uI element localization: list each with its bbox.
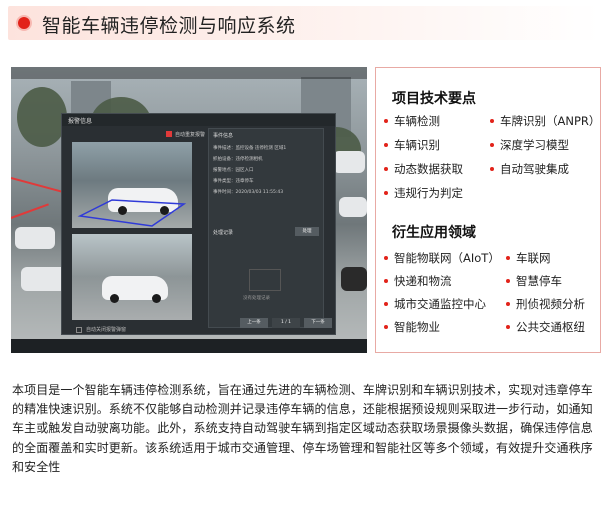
info-row: 抓拍设备：违停检测相机 bbox=[213, 157, 263, 162]
tech-item: 自动驾驶集成 bbox=[490, 161, 569, 177]
tech-item: 动态数据获取 bbox=[384, 161, 463, 177]
info-row: 事件类型：违章停车 bbox=[213, 179, 254, 184]
event-info-panel: 事件信息 事件描述：监控设备 违停检测 区域1 抓拍设备：违停检测相机 报警地点… bbox=[208, 128, 324, 328]
info-row: 报警地点：园区入口 bbox=[213, 168, 254, 173]
app-item: 智慧停车 bbox=[506, 273, 562, 289]
project-description: 本项目是一个智能车辆违停检测系统，旨在通过先进的车辆检测、车牌识别和车辆识别技术… bbox=[12, 383, 593, 474]
app-section-title: 衍生应用领域 bbox=[392, 225, 476, 241]
empty-records-icon bbox=[249, 269, 281, 291]
info-row: 事件时间：2020/03/03 11:55:43 bbox=[213, 190, 284, 195]
page-indicator: 1 / 1 bbox=[272, 318, 300, 328]
page-title: 智能车辆违停检测与响应系统 bbox=[42, 15, 296, 37]
app-item: 公共交通枢纽 bbox=[506, 319, 585, 335]
detection-zone-outline bbox=[77, 199, 187, 227]
video-topbar bbox=[11, 67, 367, 79]
tech-item: 车牌识别（ANPR） bbox=[490, 113, 600, 129]
capture-image-1[interactable] bbox=[72, 142, 192, 228]
app-item: 刑侦视频分析 bbox=[506, 296, 585, 312]
app-item: 智能物联网（AIoT） bbox=[384, 250, 500, 266]
capture-image-2[interactable] bbox=[72, 234, 192, 320]
records-title: 处理记录 bbox=[213, 230, 234, 236]
video-controls[interactable] bbox=[11, 339, 367, 353]
prev-button[interactable]: 上一条 bbox=[240, 318, 268, 328]
next-button[interactable]: 下一条 bbox=[304, 318, 332, 328]
system-screenshot: 报警信息 自动重复报警 自动关闭报警弹窗 事件信息 事件描述：监控设备 违停检测… bbox=[11, 67, 367, 353]
tech-item: 违规行为判定 bbox=[384, 185, 463, 201]
handle-button[interactable]: 处理 bbox=[295, 227, 319, 236]
header-bullet-icon bbox=[18, 17, 30, 29]
dialog-title: 报警信息 bbox=[68, 118, 93, 125]
tech-item: 车辆识别 bbox=[384, 137, 440, 153]
info-row: 事件描述：监控设备 违停检测 区域1 bbox=[213, 146, 287, 151]
app-item: 智能物业 bbox=[384, 319, 440, 335]
record-indicator-icon bbox=[166, 131, 172, 137]
dialog-header bbox=[62, 114, 335, 126]
app-item: 快递和物流 bbox=[384, 273, 452, 289]
app-item: 城市交通监控中心 bbox=[384, 296, 486, 312]
page-header: 智能车辆违停检测与响应系统 bbox=[8, 6, 600, 40]
alarm-dialog: 报警信息 自动重复报警 自动关闭报警弹窗 事件信息 事件描述：监控设备 违停检测… bbox=[61, 113, 336, 335]
auto-close-label: 自动关闭报警弹窗 bbox=[86, 327, 127, 333]
empty-records-label: 没有处理记录 bbox=[243, 296, 270, 301]
tech-item: 车辆检测 bbox=[384, 113, 440, 129]
repeat-alarm-label[interactable]: 自动重复报警 bbox=[175, 131, 205, 138]
tech-section-title: 项目技术要点 bbox=[392, 91, 476, 107]
tech-item: 深度学习模型 bbox=[490, 137, 569, 153]
app-item: 车联网 bbox=[506, 250, 551, 266]
feature-card: 项目技术要点 车辆检测 车牌识别（ANPR） 车辆识别 深度学习模型 动态数据获… bbox=[375, 67, 601, 353]
auto-close-checkbox[interactable] bbox=[76, 327, 82, 333]
event-info-title: 事件信息 bbox=[213, 133, 234, 139]
